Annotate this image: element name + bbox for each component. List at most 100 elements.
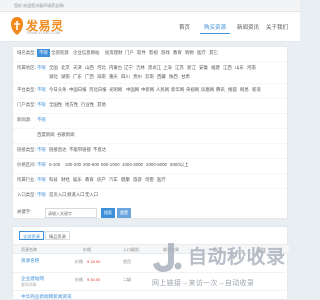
filter-option[interactable]: 0-100 <box>49 162 60 167</box>
filter-option[interactable]: 湖南 <box>61 74 70 80</box>
filter-option[interactable]: 广西 <box>85 74 94 80</box>
filter-option[interactable]: 山西 <box>85 65 94 71</box>
filter-option[interactable]: 房产 <box>97 177 106 183</box>
filter-option[interactable]: 中新网 <box>141 87 154 93</box>
filter-option[interactable]: 四川 <box>121 74 130 80</box>
filter-option[interactable]: 5000以上 <box>170 162 189 168</box>
filter-option[interactable]: 全国 <box>49 65 58 71</box>
filter-option[interactable]: 其他 <box>97 102 106 108</box>
filter-option[interactable]: 2000-5000 <box>146 162 167 167</box>
filter-option[interactable]: 河南 <box>247 65 256 71</box>
filter-option[interactable]: 不能带链接 <box>69 147 91 153</box>
filter-option[interactable]: 中国网 <box>126 87 139 93</box>
nav-home[interactable]: 首页 <box>175 20 194 34</box>
reset-button[interactable]: 重置 <box>117 208 131 218</box>
filter-option[interactable]: 辽宁 <box>124 65 133 71</box>
filter-option[interactable]: 地方性 <box>65 102 78 108</box>
filter-option[interactable]: 投资理财 <box>105 50 123 56</box>
filter-option[interactable]: 安徽 <box>199 65 208 71</box>
filter-option[interactable]: 上海 <box>163 65 172 71</box>
filter-option[interactable]: 今日头条 <box>49 87 67 93</box>
filter-option[interactable]: 不限 <box>37 192 46 198</box>
filter-option[interactable]: 江西 <box>223 65 232 71</box>
nav-buy-resources[interactable]: 购买资源 <box>200 20 231 34</box>
filter-option[interactable]: 黑龙江 <box>148 65 161 71</box>
filter-option[interactable]: 甘肃 <box>181 74 190 80</box>
filter-option[interactable]: 山东 <box>235 65 244 71</box>
filter-option[interactable]: 母婴 <box>145 177 154 183</box>
nav-about[interactable]: 关于我们 <box>262 20 292 34</box>
resource-title[interactable]: 中华商业新闻网新闻资讯 <box>21 294 72 300</box>
nav-news[interactable]: 新闻资讯 <box>233 20 263 34</box>
filter-option[interactable]: 教育 <box>85 177 94 183</box>
filter-option[interactable]: 医疗 <box>157 177 166 183</box>
filter-option[interactable]: 全部资源 <box>51 50 69 56</box>
filter-option[interactable]: 河北 <box>97 65 106 71</box>
filter-option[interactable]: 湖北 <box>49 74 58 80</box>
filter-option[interactable]: 影视 <box>149 50 158 56</box>
filter-option[interactable]: 软件 <box>137 50 146 56</box>
filter-option[interactable]: 腾讯 <box>216 87 225 93</box>
filter-option[interactable]: 百度新闻 <box>37 132 55 138</box>
filter-option[interactable]: 广东 <box>73 74 82 80</box>
filter-option[interactable]: 娱乐 <box>73 177 82 183</box>
filter-option[interactable]: 新华网 <box>171 87 184 93</box>
filter-option[interactable]: 搜狐 <box>228 87 237 93</box>
filter-option[interactable]: 北京 <box>61 65 70 71</box>
filter-option[interactable]: 1000-2000 <box>122 162 143 167</box>
filter-option[interactable]: 凤凰网 <box>201 87 214 93</box>
filter-option[interactable]: 不限 <box>37 49 50 57</box>
filter-option[interactable]: 首页入口 <box>49 192 67 198</box>
filter-option[interactable]: 健康 <box>121 177 130 183</box>
filter-option[interactable]: 不限 <box>37 147 46 153</box>
filter-option[interactable]: 中国日报 <box>69 87 87 93</box>
filter-option[interactable]: 吉林 <box>136 65 145 71</box>
filter-option[interactable]: 财经 <box>61 177 70 183</box>
filter-option[interactable]: 不限 <box>37 177 46 183</box>
filter-option[interactable]: 人民网 <box>156 87 169 93</box>
filter-option[interactable]: 购物 <box>185 50 194 56</box>
filter-option[interactable]: 内蒙古 <box>109 65 122 71</box>
filter-option[interactable]: 100-200 <box>65 162 81 167</box>
filter-option[interactable]: 500-1000 <box>101 162 120 167</box>
filter-option[interactable]: 不限 <box>37 65 46 71</box>
search-button[interactable]: 搜索 <box>101 208 115 218</box>
filter-option[interactable]: 谷歌新闻 <box>57 132 75 138</box>
filter-option[interactable]: 行业性 <box>81 102 94 108</box>
filter-option[interactable]: 新浪 <box>252 87 261 93</box>
filter-option[interactable]: 央视网 <box>186 87 199 93</box>
filter-option[interactable]: 西藏 <box>157 74 166 80</box>
resource-title[interactable]: 资源名称 <box>21 258 39 264</box>
filter-option[interactable]: 不限 <box>37 162 46 168</box>
filter-option[interactable]: 不直达 <box>93 147 106 153</box>
filter-option[interactable]: 网易 <box>240 87 249 93</box>
filter-option[interactable]: 科技 <box>49 177 58 183</box>
filter-option[interactable]: 浙江 <box>187 65 196 71</box>
tab-premium-resources[interactable]: 精品资源 <box>45 231 70 240</box>
filter-option[interactable]: 贵州 <box>133 74 142 80</box>
filter-option[interactable]: 河北日报 <box>89 87 107 93</box>
filter-option[interactable]: 200-500 <box>83 162 99 167</box>
filter-option[interactable]: 汽车 <box>109 177 118 183</box>
tab-all-resources[interactable]: 全部资源 <box>19 231 44 240</box>
filter-option[interactable]: 江苏 <box>175 65 184 71</box>
filter-option[interactable]: 旅游 <box>133 177 142 183</box>
filter-option[interactable]: 福建 <box>211 65 220 71</box>
site-logo[interactable]: 发易灵 FAVALYLING.COM <box>10 15 63 39</box>
filter-option[interactable]: 门户 <box>125 50 134 56</box>
filter-option[interactable]: 企业信息网站 <box>73 50 99 56</box>
filter-option[interactable]: 其它 <box>209 50 218 56</box>
keyword-input[interactable] <box>45 208 97 218</box>
filter-option[interactable]: 无入口 <box>85 192 98 198</box>
filter-option[interactable]: 天津 <box>73 65 82 71</box>
filter-option[interactable]: 海南 <box>97 74 106 80</box>
filter-option[interactable]: 链接直达 <box>49 147 67 153</box>
filter-option[interactable]: 光明网 <box>109 87 122 93</box>
filter-option[interactable]: 重庆 <box>109 74 118 80</box>
filter-option[interactable]: 医疗 <box>197 50 206 56</box>
filter-option[interactable]: 教育 <box>173 50 182 56</box>
filter-option[interactable]: 全国性 <box>49 102 62 108</box>
filter-option[interactable]: 不限 <box>37 102 46 108</box>
resource-title[interactable]: 企业建站网 <box>21 276 44 282</box>
filter-option[interactable]: 不限 <box>37 87 46 93</box>
